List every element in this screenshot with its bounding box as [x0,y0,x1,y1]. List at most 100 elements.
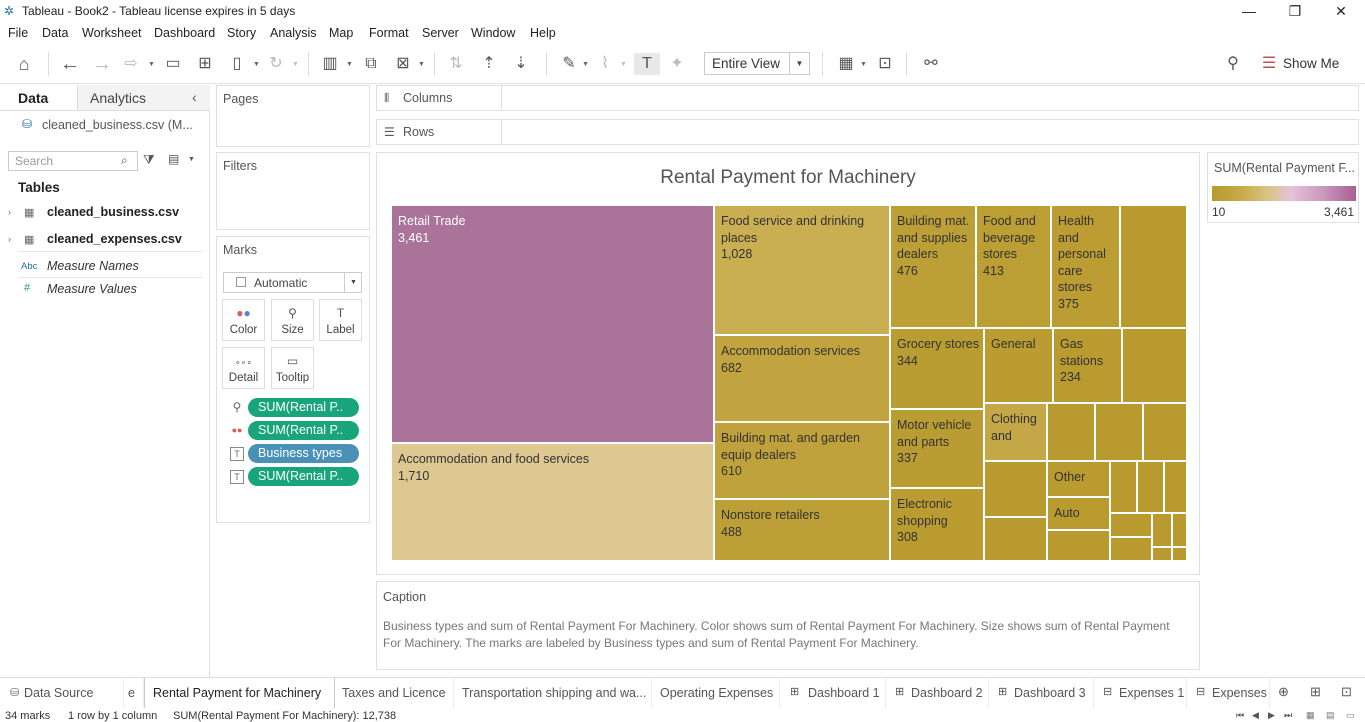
chevron-down-icon[interactable]: ▼ [148,61,155,68]
tab-rental-payment[interactable]: Rental Payment for Machinery [144,678,335,708]
treemap-tile[interactable] [1047,530,1110,561]
format-painter-icon[interactable]: ⚲ [1222,53,1244,75]
treemap-tile[interactable]: Other [1047,461,1110,497]
filters-card[interactable]: Filters [216,152,370,230]
label-button[interactable]: T Label [319,299,362,341]
chevron-down-icon[interactable]: ▼ [253,61,260,68]
treemap-tile[interactable]: Health and personal care stores 375 [1051,205,1120,328]
tab-transportation[interactable]: Transportation shipping and wa... [462,678,652,708]
treemap-tile[interactable]: Food service and drinking places 1,028 [714,205,890,335]
redo-icon[interactable]: → [90,53,114,75]
chevron-down-icon[interactable]: ▼ [860,61,867,68]
tab-data-source[interactable]: Data Source [24,678,124,708]
treemap-tile[interactable]: Food and beverage stores 413 [976,205,1051,328]
menu-file[interactable]: File [8,26,28,40]
treemap-tile[interactable]: Accommodation and food services 1,710 [391,443,714,561]
treemap-tile[interactable]: Grocery stores 344 [890,328,984,409]
caption-panel[interactable]: Caption Business types and sum of Rental… [376,581,1200,670]
tab-sheet[interactable]: e [128,678,144,708]
filter-icon[interactable]: ⧩ [143,152,155,168]
size-button[interactable]: ⚲ Size [271,299,314,341]
mark-type-dropdown[interactable]: Automatic ▼ [223,272,362,293]
menu-analysis[interactable]: Analysis [270,26,317,40]
minimize-icon[interactable]: — [1234,1,1264,21]
sort-descending-icon[interactable]: ⇣ [510,53,532,75]
field-item[interactable]: Measure Values [47,282,137,296]
tab-analytics[interactable]: Analytics [90,90,146,106]
treemap-tile[interactable]: General [984,328,1053,403]
chevron-down-icon[interactable]: ▼ [620,61,627,68]
grid-view-icon[interactable]: ▦ [1306,710,1315,721]
sort-ascending-icon[interactable]: ⇡ [478,53,500,75]
tab-dashboard-1[interactable]: Dashboard 1 [808,678,886,708]
tab-expenses[interactable]: Expenses [1212,678,1270,708]
treemap-tile[interactable] [1172,547,1187,561]
prev-page-icon[interactable]: ◀ [1252,710,1259,721]
menu-story[interactable]: Story [227,26,256,40]
filmstrip-view-icon[interactable]: ▤ [1326,710,1335,721]
new-dashboard-tab-icon[interactable]: ⊡ [1341,684,1352,700]
fit-dropdown[interactable]: Entire View ▼ [704,52,810,75]
detail-button[interactable]: ∘∘∘ Detail [222,347,265,389]
tab-view-icon[interactable]: ▭ [1346,710,1355,721]
last-page-icon[interactable]: ⏭ [1284,710,1292,721]
duplicate-sheet-icon[interactable]: ⧉ [360,53,382,75]
menu-map[interactable]: Map [329,26,353,40]
collapse-pane-icon[interactable]: ‹ [192,89,197,105]
tooltip-button[interactable]: ▭ Tooltip [271,347,314,389]
treemap-tile[interactable] [1110,537,1152,561]
chevron-down-icon[interactable]: ▼ [582,61,589,68]
treemap-tile[interactable]: Building mat. and garden equip dealers 61… [714,422,890,499]
next-page-icon[interactable]: ▶ [1268,710,1275,721]
first-page-icon[interactable]: ⏮ [1236,710,1244,721]
expand-icon[interactable]: › [8,234,11,244]
clear-sheet-icon[interactable]: ⊠ [392,53,414,75]
treemap-tile[interactable]: Building mat. and supplies dealers 476 [890,205,976,328]
menu-worksheet[interactable]: Worksheet [82,26,142,40]
columns-shelf[interactable]: ⦀ Columns [376,85,1359,111]
chevron-down-icon[interactable]: ▼ [418,61,425,68]
close-icon[interactable]: ✕ [1326,1,1356,21]
treemap-tile[interactable] [1122,328,1187,403]
menu-help[interactable]: Help [530,26,556,40]
treemap-tile[interactable]: Retail Trade 3,461 [391,205,714,443]
treemap-tile[interactable]: Nonstore retailers 488 [714,499,890,561]
show-mark-labels-icon[interactable]: T [634,53,660,75]
treemap-tile[interactable] [1164,461,1187,513]
treemap-tile[interactable]: Electronic shopping 308 [890,488,984,561]
pause-updates-icon[interactable]: ▯ [226,53,248,75]
size-pill[interactable]: SUM(Rental P.. [248,398,359,417]
menu-window[interactable]: Window [471,26,515,40]
treemap-tile[interactable] [1110,513,1152,537]
group-icon[interactable]: ⌇ [594,53,616,75]
show-cards-icon[interactable]: ▦ [834,53,858,75]
chevron-down-icon[interactable]: ▼ [346,61,353,68]
search-input[interactable]: Search ⌕ [8,151,138,171]
presentation-mode-icon[interactable]: ⊡ [874,53,896,75]
view-title[interactable]: Rental Payment for Machinery [377,167,1199,189]
share-icon[interactable]: ⚯ [920,53,942,75]
table-item[interactable]: cleaned_expenses.csv [47,232,182,246]
undo-icon[interactable]: ← [58,53,82,75]
pin-icon[interactable]: ✦ [666,53,688,75]
save-icon[interactable]: ▭ [162,53,184,75]
home-icon[interactable]: ⌂ [12,53,36,75]
menu-server[interactable]: Server [422,26,459,40]
swap-icon[interactable]: ⇅ [445,53,467,75]
expand-icon[interactable]: › [8,207,11,217]
treemap-tile[interactable] [1172,513,1187,547]
restore-icon[interactable]: ❐ [1280,1,1310,21]
tab-data[interactable]: Data [18,90,48,106]
treemap-tile[interactable] [1120,205,1187,328]
color-pill[interactable]: SUM(Rental P.. [248,421,359,440]
treemap-tile[interactable] [984,461,1047,517]
treemap-tile[interactable]: Gas stations 234 [1053,328,1122,403]
label-pill[interactable]: Business types [248,444,359,463]
datasource-name[interactable]: cleaned_business.csv (M... [42,118,193,132]
chevron-down-icon[interactable]: ▼ [292,61,299,68]
tab-dashboard-3[interactable]: Dashboard 3 [1014,678,1094,708]
tab-taxes[interactable]: Taxes and Licence [342,678,454,708]
replay-icon[interactable]: ⇨ [120,53,142,75]
color-legend[interactable]: SUM(Rental Payment F... 10 3,461 [1207,152,1359,223]
refresh-icon[interactable]: ↻ [265,53,287,75]
